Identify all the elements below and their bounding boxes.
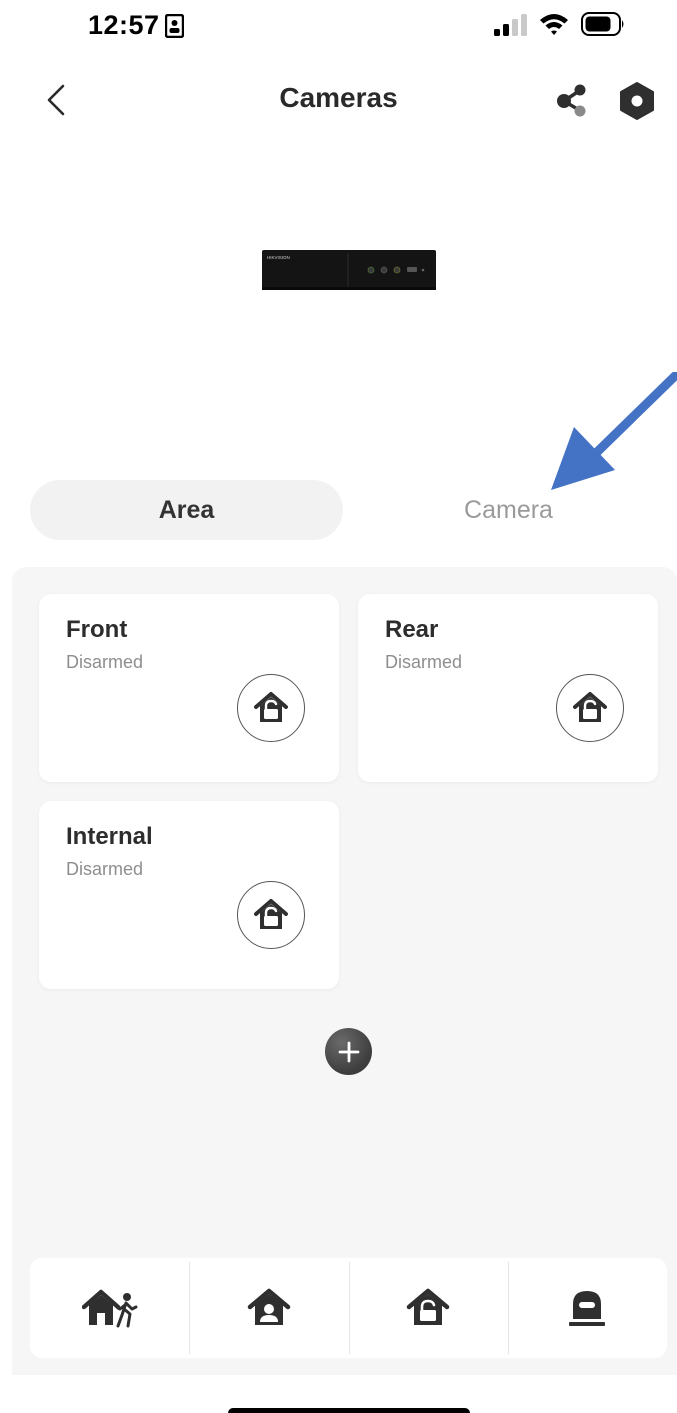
home-unlock-icon — [254, 899, 288, 929]
contact-card-icon — [165, 14, 184, 38]
away-arm-icon — [247, 1288, 291, 1325]
status-bar: 12:57 — [0, 0, 677, 52]
area-status: Disarmed — [385, 652, 463, 672]
cellular-signal-icon — [494, 14, 527, 36]
device-brand-label: HIKVISION — [267, 255, 290, 260]
status-time: 12:57 — [88, 10, 160, 40]
home-unlock-icon — [573, 692, 607, 722]
area-name: Internal — [66, 823, 153, 850]
area-disarm-toggle-button[interactable] — [556, 674, 624, 742]
area-name: Rear — [385, 616, 439, 643]
wifi-icon — [540, 14, 568, 35]
area-status: Disarmed — [66, 652, 144, 672]
share-icon — [557, 84, 586, 117]
clear-alarm-icon — [569, 1291, 606, 1326]
add-area-button[interactable] — [325, 1028, 372, 1075]
tab-camera[interactable]: Camera — [352, 480, 665, 540]
battery-icon — [581, 12, 624, 36]
clear-alarm-button[interactable] — [507, 1258, 667, 1358]
nvr-device-image: HIKVISION — [262, 250, 436, 290]
settings-button[interactable] — [619, 82, 655, 120]
arming-action-bar — [30, 1258, 667, 1358]
area-disarm-toggle-button[interactable] — [237, 881, 305, 949]
hexagon-settings-icon — [620, 82, 654, 120]
area-card-front[interactable]: Front Disarmed — [39, 594, 339, 782]
area-name: Front — [66, 616, 128, 643]
area-status: Disarmed — [66, 859, 144, 879]
home-indicator — [228, 1408, 470, 1413]
area-disarm-toggle-button[interactable] — [237, 674, 305, 742]
disarm-icon — [406, 1288, 450, 1325]
plus-icon — [338, 1041, 359, 1062]
area-card-internal[interactable]: Internal Disarmed — [39, 801, 339, 989]
tab-area[interactable]: Area — [30, 480, 343, 540]
away-arm-button[interactable] — [189, 1258, 348, 1358]
area-card-rear[interactable]: Rear Disarmed — [358, 594, 658, 782]
stay-arm-icon — [81, 1289, 138, 1328]
disarm-button[interactable] — [348, 1258, 508, 1358]
home-unlock-icon — [254, 692, 288, 722]
stay-arm-button[interactable] — [30, 1258, 189, 1358]
share-button[interactable] — [554, 82, 590, 118]
